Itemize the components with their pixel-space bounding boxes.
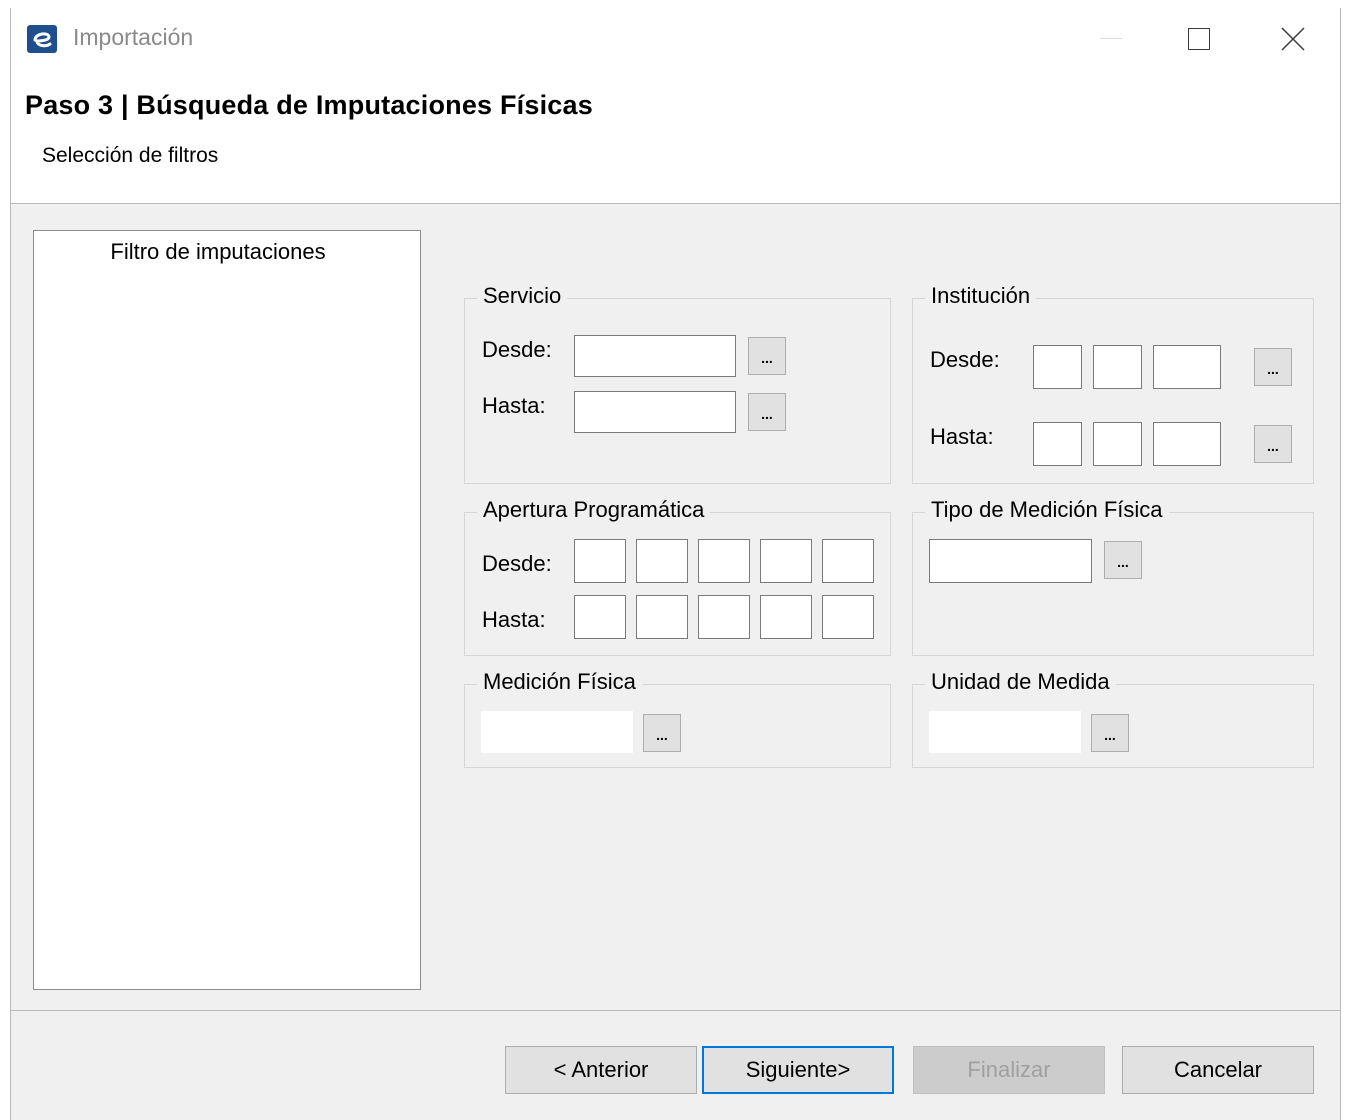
tipo-medicion-input[interactable] <box>929 539 1092 583</box>
servicio-desde-input[interactable] <box>574 335 736 377</box>
unidad-legend: Unidad de Medida <box>925 669 1116 695</box>
step-title: Paso 3 | Búsqueda de Imputaciones Física… <box>25 90 593 120</box>
apertura-desde-input-4[interactable] <box>760 539 812 583</box>
minimize-icon <box>1100 38 1122 39</box>
institucion-hasta-browse-button[interactable]: ... <box>1254 425 1292 463</box>
apertura-hasta-input-4[interactable] <box>760 595 812 639</box>
servicio-desde-browse-button[interactable]: ... <box>748 337 786 375</box>
filter-panel-title: Filtro de imputaciones <box>110 239 326 264</box>
tipo-medicion-group: Tipo de Medición Física ... <box>912 497 1314 656</box>
apertura-desde-label: Desde: <box>482 551 552 576</box>
apertura-hasta-input-5[interactable] <box>822 595 874 639</box>
app-logo-icon <box>27 25 57 53</box>
apertura-legend: Apertura Programática <box>477 497 711 523</box>
institucion-hasta-input-1[interactable] <box>1033 422 1082 466</box>
previous-button[interactable]: < Anterior <box>505 1046 697 1094</box>
filter-list-panel[interactable]: Filtro de imputaciones <box>33 230 421 990</box>
servicio-group: Servicio Desde: ... Hasta: ... <box>464 283 891 484</box>
servicio-hasta-label: Hasta: <box>482 393 546 418</box>
apertura-desde-input-5[interactable] <box>822 539 874 583</box>
institucion-desde-input-3[interactable] <box>1153 345 1221 389</box>
servicio-legend: Servicio <box>477 283 568 309</box>
institucion-hasta-label: Hasta: <box>930 424 994 449</box>
institucion-hasta-input-3[interactable] <box>1153 422 1221 466</box>
institucion-group: Institución Desde: ... Hasta: ... <box>912 283 1314 484</box>
tipo-medicion-browse-button[interactable]: ... <box>1104 541 1142 579</box>
apertura-hasta-input-2[interactable] <box>636 595 688 639</box>
institucion-hasta-input-2[interactable] <box>1093 422 1142 466</box>
medicion-legend: Medición Física <box>477 669 642 695</box>
step-subtitle: Selección de filtros <box>42 144 219 167</box>
unidad-browse-button[interactable]: ... <box>1091 714 1129 752</box>
apertura-desde-input-3[interactable] <box>698 539 750 583</box>
next-button[interactable]: Siguiente> <box>702 1046 894 1094</box>
close-icon <box>1281 27 1305 51</box>
institucion-desde-label: Desde: <box>930 347 1000 372</box>
footer-divider <box>11 1010 1340 1011</box>
apertura-desde-input-2[interactable] <box>636 539 688 583</box>
window-title: Importación <box>73 24 194 50</box>
medicion-group: Medición Física ... <box>464 669 891 768</box>
apertura-desde-input-1[interactable] <box>574 539 626 583</box>
unidad-input[interactable] <box>929 711 1081 753</box>
institucion-desde-input-2[interactable] <box>1093 345 1142 389</box>
title-bar: Importación <box>11 8 1340 70</box>
institucion-desde-browse-button[interactable]: ... <box>1254 348 1292 386</box>
finish-button[interactable]: Finalizar <box>913 1046 1105 1094</box>
institucion-desde-input-1[interactable] <box>1033 345 1082 389</box>
apertura-group: Apertura Programática Desde: Hasta: <box>464 497 891 656</box>
minimize-button[interactable] <box>1064 8 1158 70</box>
cancel-button[interactable]: Cancelar <box>1122 1046 1314 1094</box>
wizard-header: Paso 3 | Búsqueda de Imputaciones Física… <box>11 70 1340 204</box>
import-dialog: Importación Paso 3 | Búsqueda de Imputac… <box>10 8 1341 1120</box>
institucion-legend: Institución <box>925 283 1037 309</box>
maximize-button[interactable] <box>1152 8 1246 70</box>
servicio-hasta-browse-button[interactable]: ... <box>748 393 786 431</box>
medicion-browse-button[interactable]: ... <box>643 714 681 752</box>
apertura-hasta-input-3[interactable] <box>698 595 750 639</box>
unidad-group: Unidad de Medida ... <box>912 669 1314 768</box>
apertura-hasta-input-1[interactable] <box>574 595 626 639</box>
apertura-hasta-label: Hasta: <box>482 607 546 632</box>
close-button[interactable] <box>1246 8 1340 70</box>
tipo-medicion-legend: Tipo de Medición Física <box>925 497 1169 523</box>
maximize-icon <box>1188 28 1210 50</box>
servicio-hasta-input[interactable] <box>574 391 736 433</box>
medicion-input[interactable] <box>481 711 633 753</box>
servicio-desde-label: Desde: <box>482 337 552 362</box>
